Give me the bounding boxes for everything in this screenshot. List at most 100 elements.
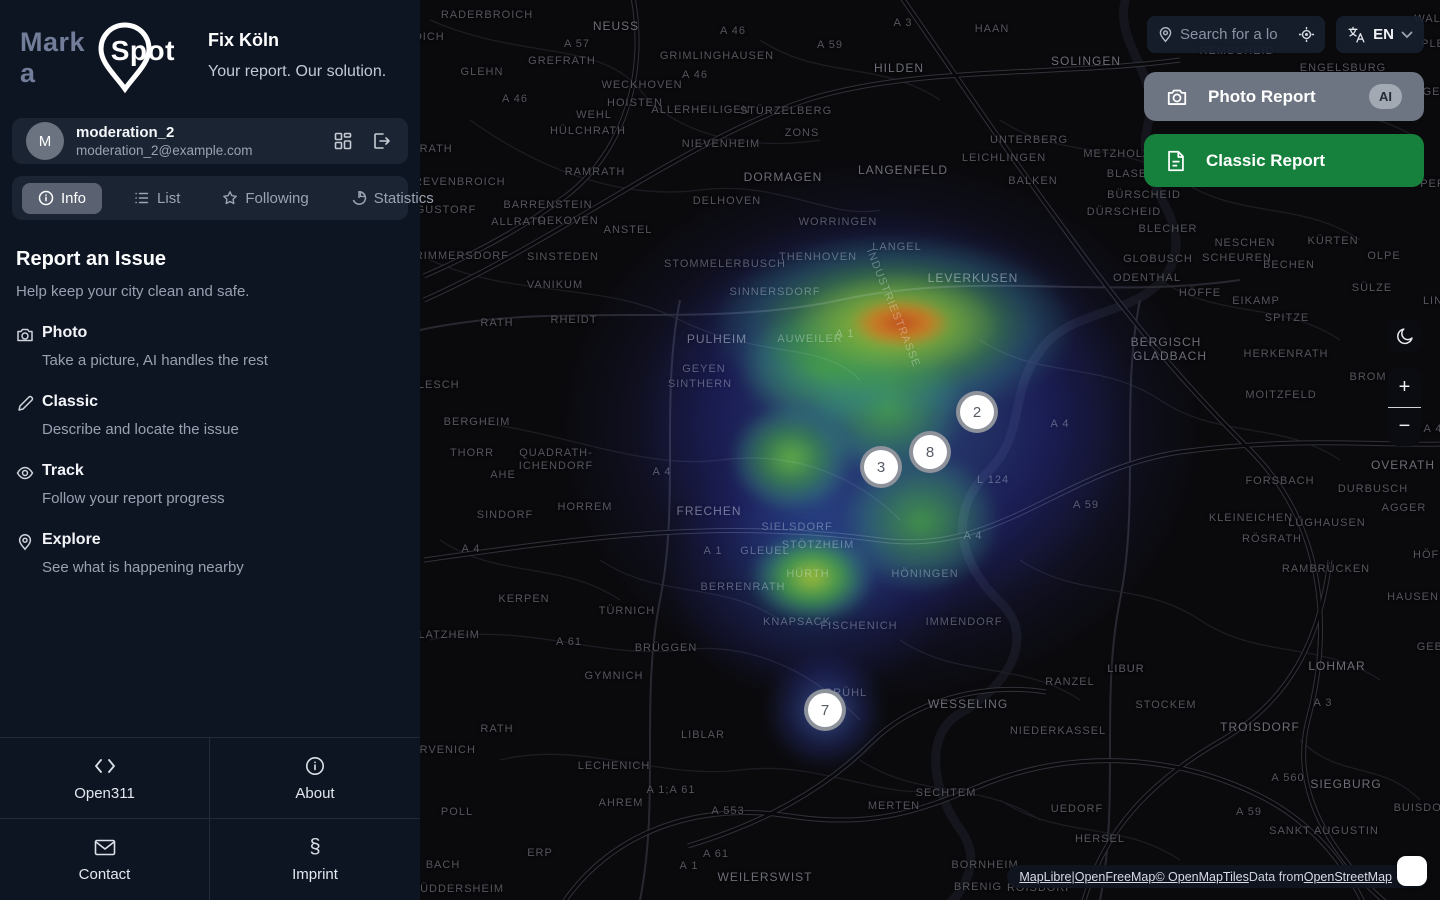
map-pin-icon bbox=[1157, 26, 1174, 43]
sidebar-footer: Open311 About Contact § Impri bbox=[0, 737, 420, 900]
map-place-label: OLPE bbox=[1367, 250, 1400, 262]
info-icon bbox=[38, 190, 54, 206]
photo-report-button[interactable]: Photo Report AI bbox=[1144, 72, 1424, 121]
map-place-label: SÜLZE bbox=[1352, 282, 1392, 294]
map-place-label: LÜGHAUSEN bbox=[1288, 517, 1365, 529]
map-place-label: LECHENICH bbox=[578, 760, 651, 772]
map-place-label: VANIKUM bbox=[527, 279, 583, 291]
chevron-down-icon bbox=[1401, 31, 1413, 39]
report-item-photo[interactable]: Photo Take a picture, AI handles the res… bbox=[16, 324, 404, 369]
report-item-track[interactable]: Track Follow your report progress bbox=[16, 462, 404, 507]
map-place-label: LANGEL bbox=[872, 241, 921, 253]
map-place-label: FORSBACH bbox=[1245, 475, 1314, 487]
logo-text-mark: Mark a bbox=[20, 27, 95, 89]
map-place-label: L 124 bbox=[977, 474, 1009, 486]
attribution-link[interactable]: © OpenMapTiles bbox=[1155, 870, 1249, 884]
zoom-out-button[interactable]: − bbox=[1388, 407, 1421, 447]
attribution-link[interactable]: OpenStreetMap bbox=[1304, 870, 1392, 884]
zoom-in-button[interactable]: + bbox=[1388, 368, 1421, 407]
footer-imprint[interactable]: § Imprint bbox=[210, 819, 420, 900]
footer-open311[interactable]: Open311 bbox=[0, 738, 210, 819]
app-tagline: Your report. Our solution. bbox=[208, 63, 386, 81]
report-subheading: Help keep your city clean and safe. bbox=[16, 283, 404, 300]
language-code: EN bbox=[1373, 26, 1394, 43]
map-place-label: LOHMAR bbox=[1308, 659, 1365, 673]
search-input[interactable] bbox=[1180, 26, 1292, 43]
tab-statistics[interactable]: Statistics bbox=[341, 183, 444, 214]
map-place-label: RATH bbox=[480, 723, 513, 735]
classic-report-label: Classic Report bbox=[1206, 151, 1325, 171]
report-item-explore[interactable]: Explore See what is happening nearby bbox=[16, 531, 404, 576]
report-item-desc: Follow your report progress bbox=[42, 490, 404, 507]
map-place-label: A 61 bbox=[703, 848, 729, 860]
attribution-toggle-button[interactable] bbox=[1397, 856, 1427, 886]
footer-label: Contact bbox=[79, 866, 131, 883]
map-place-label: ANSTEL bbox=[604, 224, 653, 236]
map-place-label: HERKENRATH bbox=[1244, 348, 1329, 360]
map-place-label: NEUSS bbox=[593, 19, 639, 33]
map-place-label: BERGISCH bbox=[1131, 335, 1202, 349]
dashboard-button[interactable] bbox=[330, 128, 356, 154]
map-place-label: DORMAGEN bbox=[744, 170, 823, 184]
map-place-label: OEKOVEN bbox=[537, 215, 598, 227]
location-search[interactable] bbox=[1147, 16, 1325, 53]
attribution-link[interactable]: OpenFreeMap bbox=[1075, 870, 1156, 884]
language-selector[interactable]: EN bbox=[1336, 16, 1424, 53]
map-place-label: A 1 bbox=[836, 328, 855, 340]
footer-contact[interactable]: Contact bbox=[0, 819, 210, 900]
map-place-label: TROISDORF bbox=[1220, 720, 1300, 734]
tab-label: Statistics bbox=[374, 190, 434, 207]
map-place-label: SCHEUREN bbox=[1202, 252, 1272, 264]
user-name: moderation_2 bbox=[76, 124, 318, 141]
cluster-marker[interactable]: 8 bbox=[909, 431, 951, 473]
map-place-label: MOITZFELD bbox=[1245, 389, 1316, 401]
map-place-label: A 1 bbox=[680, 860, 699, 872]
logout-button[interactable] bbox=[368, 128, 394, 154]
map-place-label: BECHEN bbox=[1263, 259, 1315, 271]
locate-button[interactable] bbox=[1298, 26, 1315, 43]
map-place-label: BARRENSTEIN bbox=[503, 199, 592, 211]
tab-list[interactable]: List bbox=[124, 183, 190, 214]
map-place-label: MÜDDERSHEIM bbox=[410, 883, 504, 895]
map-place-label: A 4 bbox=[964, 530, 983, 542]
map-place-label: PULHEIM bbox=[687, 332, 747, 346]
cluster-marker[interactable]: 3 bbox=[860, 446, 902, 488]
map-place-label: RANZEL bbox=[1045, 676, 1094, 688]
star-icon bbox=[222, 190, 238, 206]
map-place-label: BRÜGGEN bbox=[635, 642, 698, 654]
map-place-label: AUWEILER bbox=[777, 333, 842, 345]
map-place-label: LIBUR bbox=[1107, 663, 1144, 675]
classic-report-button[interactable]: Classic Report bbox=[1144, 134, 1424, 187]
tab-info[interactable]: Info bbox=[22, 183, 102, 214]
tab-label: Following bbox=[245, 190, 308, 207]
dark-mode-toggle[interactable] bbox=[1388, 319, 1421, 352]
tab-label: Info bbox=[61, 190, 86, 207]
map-place-label: GLADBACH bbox=[1133, 349, 1207, 363]
app-title: Fix Köln bbox=[208, 30, 386, 51]
map-place-label: ODENTHAL bbox=[1113, 272, 1181, 284]
map-place-label: WEILERSWIST bbox=[717, 870, 812, 884]
map-place-label: HORREM bbox=[558, 501, 613, 513]
tab-following[interactable]: Following bbox=[212, 183, 318, 214]
cluster-marker[interactable]: 7 bbox=[804, 689, 846, 731]
map-place-label: STOMMELERBUSCH bbox=[664, 258, 786, 270]
user-info: moderation_2 moderation_2@example.com bbox=[76, 124, 318, 158]
map-place-label: FRIMMERSDORF bbox=[407, 250, 509, 262]
map-place-label: LANGENFELD bbox=[858, 163, 948, 177]
map-place-label: METZHOLZ bbox=[1083, 148, 1150, 160]
report-item-classic[interactable]: Classic Describe and locate the issue bbox=[16, 393, 404, 438]
map-place-label: GREFRATH bbox=[528, 55, 596, 67]
map-place-label: A 1 bbox=[704, 545, 723, 557]
map-place-label: SINSTEDEN bbox=[527, 251, 599, 263]
map-place-label: DELHOVEN bbox=[693, 195, 762, 207]
map-place-label: KÜRTEN bbox=[1307, 235, 1358, 247]
footer-about[interactable]: About bbox=[210, 738, 420, 819]
attribution-link[interactable]: MapLibre bbox=[1019, 870, 1071, 884]
mail-icon bbox=[94, 836, 116, 858]
cluster-marker[interactable]: 2 bbox=[956, 391, 998, 433]
map-place-label: WEHL bbox=[576, 109, 612, 121]
map-place-label: UEDORF bbox=[1051, 803, 1103, 815]
list-icon bbox=[134, 190, 150, 206]
map-place-label: RAMRATH bbox=[565, 166, 626, 178]
map-place-label: ERP bbox=[527, 847, 553, 859]
